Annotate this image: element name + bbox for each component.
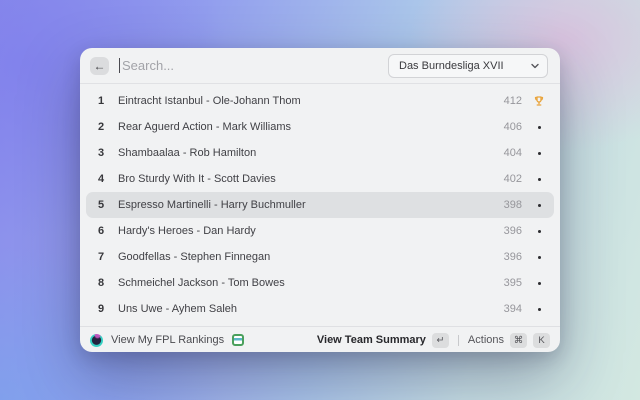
search-header: ← Das Burndesliga XVII	[80, 48, 560, 84]
rank-number: 6	[95, 225, 107, 237]
rank-dot-icon	[538, 308, 541, 311]
command-palette: ← Das Burndesliga XVII 1 Eintracht Istan…	[80, 48, 560, 352]
rank-number: 2	[95, 121, 107, 133]
rank-dot-icon	[538, 178, 541, 181]
search-input[interactable]	[120, 58, 388, 73]
score-value: 404	[498, 147, 522, 159]
rankings-list-icon	[232, 334, 244, 346]
back-button[interactable]: ←	[90, 57, 109, 75]
team-manager-label: Hardy's Heroes - Dan Hardy	[118, 225, 498, 237]
rank-dot-icon	[538, 230, 541, 233]
list-item[interactable]: 1 Eintracht Istanbul - Ole-Johann Thom 4…	[86, 88, 554, 114]
team-manager-label: Uns Uwe - Ayhem Saleh	[118, 303, 498, 315]
arrow-left-icon: ←	[94, 60, 106, 72]
footer-divider	[458, 335, 459, 346]
team-manager-label: Goodfellas - Stephen Finnegan	[118, 251, 498, 263]
cmd-key-badge: ⌘	[510, 333, 527, 348]
league-dropdown[interactable]: Das Burndesliga XVII	[388, 54, 548, 78]
rank-number: 4	[95, 173, 107, 185]
list-item[interactable]: 5 Espresso Martinelli - Harry Buchmuller…	[86, 192, 554, 218]
list-item[interactable]: 4 Bro Sturdy With It - Scott Davies 402	[86, 166, 554, 192]
list-item[interactable]: 8 Schmeichel Jackson - Tom Bowes 395	[86, 270, 554, 296]
team-manager-label: Schmeichel Jackson - Tom Bowes	[118, 277, 498, 289]
rank-number: 8	[95, 277, 107, 289]
enter-key-badge: ↵	[432, 333, 449, 348]
team-manager-label: Espresso Martinelli - Harry Buchmuller	[118, 199, 498, 211]
score-value: 395	[498, 277, 522, 289]
rank-dot-icon	[538, 256, 541, 259]
k-key-badge: K	[533, 333, 550, 348]
score-value: 394	[498, 303, 522, 315]
view-team-summary-button[interactable]: View Team Summary	[317, 334, 426, 346]
rank-dot-icon	[538, 204, 541, 207]
team-manager-label: Eintracht Istanbul - Ole-Johann Thom	[118, 95, 498, 107]
rankings-list: 1 Eintracht Istanbul - Ole-Johann Thom 4…	[80, 84, 560, 326]
list-item[interactable]: 9 Uns Uwe - Ayhem Saleh 394	[86, 296, 554, 322]
team-manager-label: Rear Aguerd Action - Mark Williams	[118, 121, 498, 133]
actions-button[interactable]: Actions	[468, 334, 504, 346]
rank-dot-icon	[538, 126, 541, 129]
rank-number: 7	[95, 251, 107, 263]
footer-command-label: View My FPL Rankings	[111, 334, 224, 346]
fpl-app-icon	[90, 334, 103, 347]
chevron-down-icon	[531, 63, 539, 69]
team-manager-label: Bro Sturdy With It - Scott Davies	[118, 173, 498, 185]
rank-number: 9	[95, 303, 107, 315]
rank-dot-icon	[538, 282, 541, 285]
list-item[interactable]: 3 Shambaalaa - Rob Hamilton 404	[86, 140, 554, 166]
score-value: 406	[498, 121, 522, 133]
score-value: 396	[498, 225, 522, 237]
score-value: 412	[498, 95, 522, 107]
trophy-icon	[533, 95, 545, 107]
footer-bar: View My FPL Rankings View Team Summary ↵…	[80, 326, 560, 352]
list-item[interactable]: 7 Goodfellas - Stephen Finnegan 396	[86, 244, 554, 270]
rank-number: 5	[95, 199, 107, 211]
league-dropdown-value: Das Burndesliga XVII	[399, 60, 504, 72]
list-item[interactable]: 2 Rear Aguerd Action - Mark Williams 406	[86, 114, 554, 140]
search-field-wrap	[119, 58, 388, 73]
score-value: 398	[498, 199, 522, 211]
score-value: 402	[498, 173, 522, 185]
team-manager-label: Shambaalaa - Rob Hamilton	[118, 147, 498, 159]
list-item[interactable]: 6 Hardy's Heroes - Dan Hardy 396	[86, 218, 554, 244]
rank-number: 3	[95, 147, 107, 159]
rank-dot-icon	[538, 152, 541, 155]
score-value: 396	[498, 251, 522, 263]
rank-number: 1	[95, 95, 107, 107]
